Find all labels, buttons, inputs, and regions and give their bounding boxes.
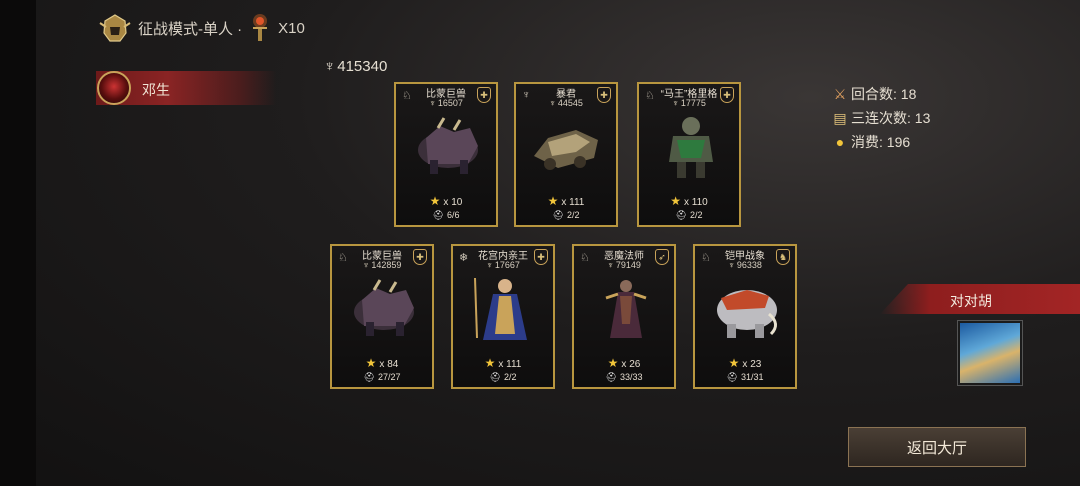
star-row: ★ x 111 — [516, 194, 616, 208]
unit-power: 16507 — [396, 98, 496, 108]
unit-power: 79149 — [574, 260, 674, 270]
scroll-icon: ▤ — [833, 110, 847, 126]
knight-art — [669, 117, 713, 178]
opponent-name: 对对胡 — [950, 293, 992, 309]
war-machine-art — [534, 130, 598, 170]
unit-count: 31/31 — [740, 372, 764, 382]
unit-count-row: ⛑ 2/2 — [453, 372, 553, 383]
player-name: 邓生 — [142, 82, 170, 98]
player-avatar[interactable] — [97, 71, 131, 105]
unit-power: 44545 — [516, 98, 616, 108]
star-row: ★ x 26 — [574, 356, 674, 370]
rounds-row: ⚔ 回合数: 18 — [832, 82, 930, 106]
unit-count: 33/33 — [619, 372, 643, 382]
unit-helmet-icon: ⛑ — [489, 372, 501, 382]
unit-count-row: ⛑ 31/31 — [695, 372, 795, 383]
crossed-swords-icon: ⚔ — [833, 86, 847, 102]
priestess-art — [474, 277, 527, 340]
multiplier-label: X10 — [278, 19, 305, 37]
star-icon: ★ — [429, 194, 441, 208]
unit-count: 2/2 — [503, 372, 517, 382]
total-power: ♆ 415340 — [324, 58, 387, 75]
star-count: x 10 — [443, 197, 463, 208]
unit-helmet-icon: ⛑ — [726, 372, 738, 382]
star-icon: ★ — [728, 356, 740, 370]
opponent-portrait[interactable] — [957, 320, 1023, 386]
unit-helmet-icon: ⛑ — [605, 372, 617, 382]
unit-card-2[interactable]: ♘ ✚ “马王”格里格 17775 ★x 110 ⛑2/2 — [637, 82, 741, 227]
unit-power: 17775 — [639, 98, 739, 108]
unit-power: 96338 — [695, 260, 795, 270]
unit-card-5[interactable]: ♘ ➶ 恶魔法师 79149 ★x 26 ⛑33/33 — [572, 244, 676, 389]
unit-count-row: ⛑ 6/6 — [396, 210, 496, 221]
unit-helmet-icon: ⛑ — [363, 372, 375, 382]
unit-card-4[interactable]: ❄ ✚ 花宫内亲王 17667 ★x 111 ⛑2/2 — [451, 244, 555, 389]
cost-label: 消费: 196 — [851, 134, 911, 150]
star-icon: ★ — [365, 356, 377, 370]
mode-label: 征战模式-单人 · — [138, 20, 243, 38]
unit-power: 142859 — [332, 260, 432, 270]
star-count: x 111 — [561, 197, 585, 208]
power-icon: ♆ — [324, 58, 336, 75]
unit-count-row: ⛑ 2/2 — [516, 210, 616, 221]
star-row: ★ x 10 — [396, 194, 496, 208]
unit-count: 6/6 — [446, 210, 460, 220]
unit-count: 2/2 — [689, 210, 703, 220]
mode-header: 征战模式-单人 · X10 — [98, 12, 305, 44]
star-row: ★ x 111 — [453, 356, 553, 370]
star-icon: ★ — [484, 356, 496, 370]
total-power-value: 415340 — [337, 58, 388, 75]
return-lobby-button[interactable]: 返回大厅 — [848, 427, 1026, 467]
unit-count-row: ⛑ 27/27 — [332, 372, 432, 383]
unit-count-row: ⛑ 2/2 — [639, 210, 739, 221]
star-count: x 110 — [684, 197, 708, 208]
unit-count-row: ⛑ 33/33 — [574, 372, 674, 383]
demon-mage-art — [605, 280, 647, 338]
unit-helmet-icon: ⛑ — [432, 210, 444, 220]
star-icon: ★ — [670, 194, 682, 208]
unit-card-6[interactable]: ♘ ♞ 铠甲战象 96338 ★x 23 ⛑31/31 — [693, 244, 797, 389]
star-row: ★ x 110 — [639, 194, 739, 208]
star-row: ★ x 84 — [332, 356, 432, 370]
unit-card-0[interactable]: ♘ ✚ 比蒙巨兽 16507 ★x 10 ⛑6/6 — [394, 82, 498, 227]
cost-row: ● 消费: 196 — [832, 130, 930, 154]
unit-card-3[interactable]: ♘ ✚ 比蒙巨兽 142859 ★x 84 ⛑27/27 — [330, 244, 434, 389]
unit-helmet-icon: ⛑ — [675, 210, 687, 220]
star-row: ★ x 23 — [695, 356, 795, 370]
mammoth-art — [717, 290, 777, 338]
unit-count: 2/2 — [566, 210, 580, 220]
behemoth-art — [354, 279, 414, 336]
star-count: x 23 — [742, 359, 762, 370]
triple-label: 三连次数: 13 — [851, 110, 931, 126]
left-edge-bar — [0, 0, 36, 486]
unit-helmet-icon: ⛑ — [552, 210, 564, 220]
coin-icon: ● — [835, 134, 845, 150]
unit-power: 17667 — [453, 260, 553, 270]
unit-count: 27/27 — [377, 372, 401, 382]
helmet-icon — [99, 14, 131, 42]
battle-stats: ⚔ 回合数: 18 ▤ 三连次数: 13 ● 消费: 196 — [832, 82, 930, 154]
torch-icon — [253, 14, 268, 41]
triple-row: ▤ 三连次数: 13 — [832, 106, 930, 130]
behemoth-art — [418, 117, 478, 174]
star-icon: ★ — [547, 194, 559, 208]
rounds-label: 回合数: 18 — [851, 86, 917, 102]
star-count: x 84 — [379, 359, 399, 370]
unit-card-1[interactable]: ♆ ✚ 暴君 44545 ★x 111 ⛑2/2 — [514, 82, 618, 227]
star-count: x 26 — [621, 359, 641, 370]
star-count: x 111 — [498, 359, 522, 370]
star-icon: ★ — [607, 356, 619, 370]
